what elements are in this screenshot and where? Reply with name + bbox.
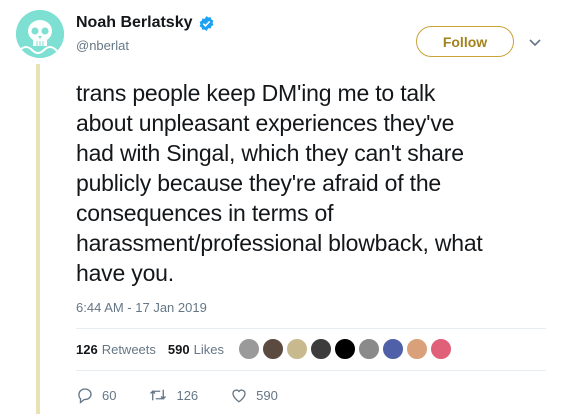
divider [76, 328, 546, 329]
liker-avatar[interactable] [358, 338, 380, 360]
liker-avatar[interactable] [430, 338, 452, 360]
user-handle[interactable]: @nberlat [76, 38, 129, 53]
retweet-action-count: 126 [176, 387, 199, 403]
reply-icon [78, 388, 92, 404]
tweet-text-line: have you. [76, 260, 174, 286]
tweet-text-line: harassment/professional blowback, what [76, 230, 483, 256]
liker-avatar[interactable] [382, 338, 404, 360]
skull-icon [16, 10, 64, 58]
user-name-row[interactable]: Noah Berlatsky [76, 14, 215, 32]
tweet-timestamp[interactable]: 6:44 AM - 17 Jan 2019 [76, 300, 207, 315]
tweet-text-line: trans people keep DM'ing me to talk [76, 80, 436, 106]
like-count[interactable]: 590 [168, 342, 190, 357]
liker-avatars [238, 338, 454, 360]
retweet-icon [150, 389, 167, 401]
reply-action[interactable]: 60 [76, 386, 116, 404]
like-label[interactable]: Likes [194, 342, 224, 357]
liker-avatar[interactable] [262, 338, 284, 360]
follow-button[interactable]: Follow [416, 26, 514, 57]
chevron-down-icon[interactable] [527, 34, 543, 50]
liker-avatar[interactable] [310, 338, 332, 360]
user-name[interactable]: Noah Berlatsky [76, 14, 193, 32]
like-action-count: 590 [256, 387, 278, 403]
tweet-text-line: had with Singal, which they can't share [76, 140, 464, 166]
like-action[interactable]: 590 [230, 386, 278, 404]
tweet-actions: 60 126 590 [76, 386, 310, 404]
retweet-label[interactable]: Retweets [102, 342, 156, 357]
tweet-text-line: publicly because they're afraid of the [76, 170, 442, 196]
retweet-count[interactable]: 126 [76, 342, 98, 357]
liker-avatar[interactable] [286, 338, 308, 360]
heart-icon [232, 389, 246, 403]
divider [76, 370, 546, 371]
tweet-text-line: consequences in terms of [76, 200, 334, 226]
liker-avatar[interactable] [238, 338, 260, 360]
retweet-action[interactable]: 126 [148, 386, 198, 404]
avatar[interactable] [16, 10, 64, 58]
liker-avatar[interactable] [406, 338, 428, 360]
thread-line [36, 64, 40, 414]
tweet-text-line: about unpleasant experiences they've [76, 110, 455, 136]
reply-count: 60 [102, 387, 117, 403]
tweet-text: trans people keep DM'ing me to talk abou… [76, 78, 554, 288]
tweet-stats: 126 Retweets 590 Likes [76, 342, 236, 357]
liker-avatar[interactable] [334, 338, 356, 360]
verified-badge-icon [199, 15, 213, 31]
